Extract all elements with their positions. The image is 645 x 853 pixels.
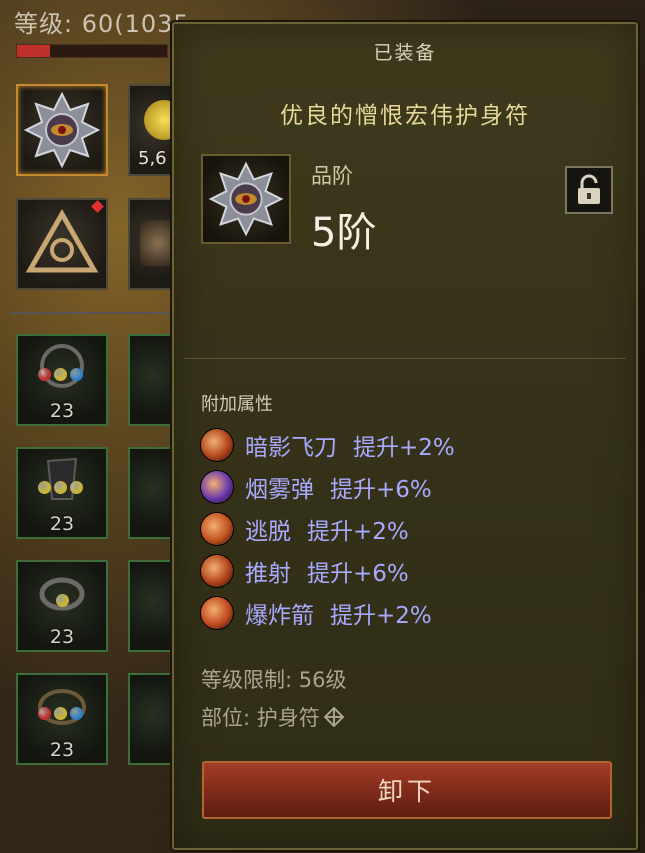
skill-escape-icon — [201, 513, 233, 545]
skill-shadow-knife-icon — [201, 429, 233, 461]
jewelry-slot-5[interactable]: 23 — [16, 560, 108, 652]
unequip-button[interactable]: 卸下 — [202, 761, 612, 819]
relic-slot[interactable] — [128, 198, 178, 290]
item-count: 23 — [49, 513, 75, 535]
experience-bar-fill — [17, 45, 50, 57]
gem-icon — [38, 481, 51, 494]
gem-icon — [54, 481, 67, 494]
bonus-effect: 提升+6% — [330, 477, 432, 503]
bonus-effect: 提升+2% — [330, 603, 432, 629]
currency-amount: 5,6 — [138, 148, 167, 169]
bonus-attributes-title: 附加属性 — [201, 394, 273, 415]
bonus-item: 逃脱 提升+2% — [201, 508, 455, 550]
rank-value: 5阶 — [311, 210, 377, 256]
gem-icon — [54, 368, 67, 381]
skill-push-shot-icon — [201, 555, 233, 587]
bonus-effect: 提升+6% — [307, 561, 409, 587]
item-count: 23 — [49, 400, 75, 422]
character-level-text: 等级: 60(1035 — [14, 10, 190, 38]
gem-icon — [38, 368, 51, 381]
jewelry-slot-8[interactable] — [128, 673, 178, 765]
bonus-effect: 提升+2% — [353, 435, 455, 461]
gem-icon — [38, 707, 51, 720]
jewelry-slot-1[interactable]: 23 — [16, 334, 108, 426]
bonus-skill-name: 逃脱 — [245, 519, 291, 545]
bonus-list: 暗影飞刀 提升+2% 烟雾弹 提升+6% 逃脱 提升+2% 推射 提升+6% 爆炸箭 提升… — [201, 424, 455, 634]
socket-gems — [38, 366, 88, 382]
bonus-item: 爆炸箭 提升+2% — [201, 592, 455, 634]
bonus-skill-name: 爆炸箭 — [245, 603, 314, 629]
item-name: 优良的憎恨宏伟护身符 — [280, 103, 530, 129]
jewelry-slot-7[interactable]: 23 — [16, 673, 108, 765]
bonus-effect: 提升+2% — [307, 519, 409, 545]
amulet-icon — [23, 91, 101, 169]
lock-toggle-button[interactable] — [565, 166, 613, 214]
gem-icon — [70, 707, 83, 720]
bonus-skill-name: 暗影飞刀 — [245, 435, 337, 461]
equipped-label: 已装备 — [373, 42, 437, 64]
gem-icon — [56, 594, 69, 607]
relic-icon — [140, 220, 176, 266]
triangle-crest-icon — [25, 208, 99, 273]
skill-explosive-arrow-icon — [201, 597, 233, 629]
bonus-skill-name: 烟雾弹 — [245, 477, 314, 503]
amulet-slot[interactable] — [16, 84, 108, 176]
socket-gems — [56, 592, 106, 608]
section-divider — [184, 358, 626, 359]
bonus-item: 推射 提升+6% — [201, 550, 455, 592]
equipment-slot-label: 部位: 护身符 — [201, 706, 320, 730]
amulet-icon — [208, 161, 284, 237]
experience-bar — [16, 44, 168, 58]
jewelry-slot-6[interactable] — [128, 560, 178, 652]
item-tooltip-panel: 已装备 优良的憎恨宏伟护身符 品阶 5阶 附加属性 暗影飞刀 提升+2% 烟雾弹提… — [172, 22, 638, 850]
item-count: 23 — [49, 626, 75, 648]
gem-icon — [54, 707, 67, 720]
equipment-slot-line: 部位: 护身符 — [201, 702, 344, 732]
crest-slot[interactable] — [16, 198, 108, 290]
amulet-slot-icon — [323, 707, 344, 727]
currency-slot[interactable]: 5,6 — [128, 84, 184, 176]
rank-label: 品阶 — [311, 164, 353, 188]
item-icon-frame — [201, 154, 291, 244]
jewelry-slot-3[interactable]: 23 — [16, 447, 108, 539]
skill-smoke-bomb-icon — [201, 471, 233, 503]
padlock-open-icon — [578, 174, 600, 204]
jewelry-slot-4[interactable] — [128, 447, 178, 539]
socket-gems — [38, 705, 88, 721]
bonus-skill-name: 推射 — [245, 561, 291, 587]
level-requirement: 等级限制: 56级 — [201, 668, 347, 692]
socket-gems — [38, 479, 88, 495]
jewelry-slot-2[interactable] — [128, 334, 178, 426]
gem-icon — [70, 481, 83, 494]
bonus-item: 暗影飞刀 提升+2% — [201, 424, 455, 466]
bonus-item: 烟雾弹 提升+6% — [201, 466, 455, 508]
item-count: 23 — [49, 739, 75, 761]
gem-icon — [70, 368, 83, 381]
inventory-divider — [10, 312, 170, 314]
